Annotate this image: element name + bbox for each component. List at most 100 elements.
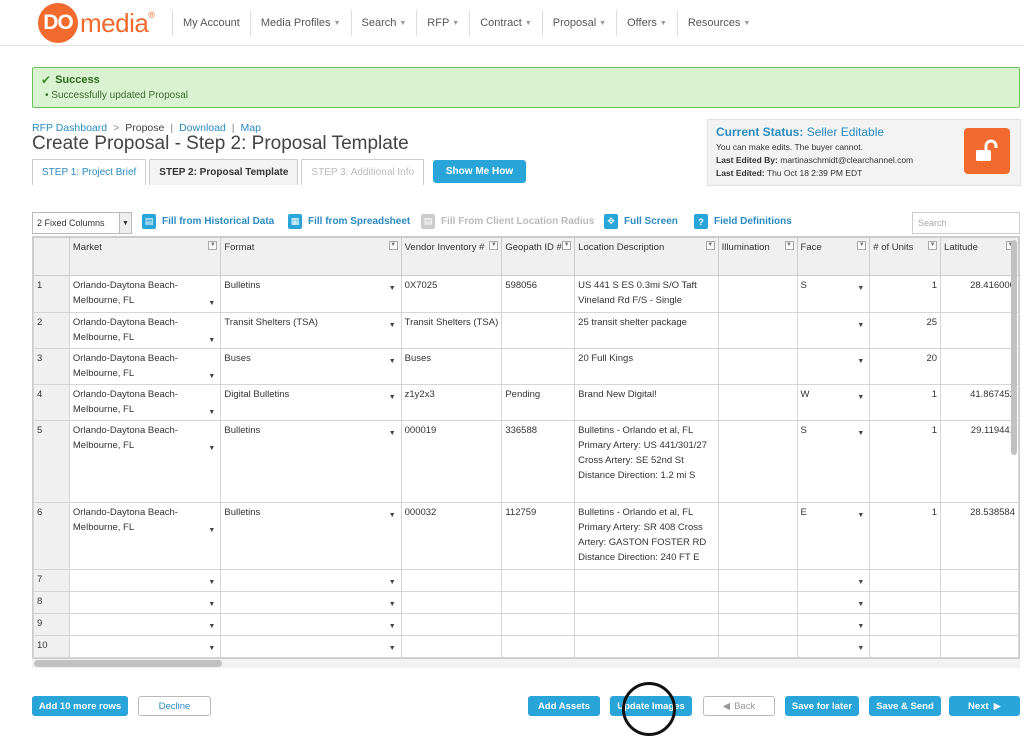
cell-market[interactable]: Orlando-Daytona Beach-Melbourne, FL ▼ <box>68 502 222 570</box>
cell-format[interactable]: ▼ <box>220 635 402 658</box>
chevron-down-icon[interactable]: ▼ <box>389 619 396 634</box>
unlock-icon[interactable] <box>964 128 1010 174</box>
scrollbar-thumb[interactable] <box>34 660 222 667</box>
column-filter-icon[interactable]: ▼ <box>928 241 938 250</box>
cell-vendor[interactable]: Transit Shelters (TSA) <box>400 312 503 349</box>
cell-market[interactable]: ▼ <box>68 591 222 614</box>
column-header-vendor-inventory[interactable]: Vendor Inventory # ▼ <box>400 237 503 276</box>
cell-illum[interactable] <box>717 502 798 570</box>
cell-location[interactable] <box>574 635 719 658</box>
nav-my-account[interactable]: My Account <box>172 10 250 36</box>
cell-market[interactable]: ▼ <box>68 569 222 592</box>
cell-lat[interactable] <box>940 348 1019 385</box>
cell-vendor[interactable]: 000019 <box>400 420 503 503</box>
tab-step-1[interactable]: STEP 1: Project Brief <box>32 159 147 185</box>
cell-illum[interactable] <box>717 384 798 421</box>
vertical-scrollbar[interactable] <box>1010 238 1018 656</box>
cell-market[interactable]: ▼ <box>68 635 222 658</box>
cell-lat[interactable] <box>940 312 1019 349</box>
fill-spreadsheet-button[interactable]: ▦ Fill from Spreadsheet <box>288 214 410 229</box>
nav-proposal[interactable]: Proposal ▼ <box>541 10 616 36</box>
cell-illum[interactable] <box>717 569 798 592</box>
column-header-face[interactable]: Face ▼ <box>796 237 871 276</box>
cell-face[interactable]: ▼ <box>796 348 871 385</box>
column-header-market[interactable]: Market ▼ <box>68 237 222 276</box>
chevron-down-icon[interactable]: ▼ <box>389 597 396 612</box>
column-header-geopath-id[interactable]: Geopath ID # ▼ <box>501 237 576 276</box>
cell-geopath[interactable] <box>501 312 576 349</box>
chevron-down-icon[interactable]: ▼ <box>208 641 215 656</box>
cell-location[interactable]: 20 Full Kings <box>574 348 719 385</box>
cell-illum[interactable] <box>717 613 798 636</box>
column-filter-icon[interactable]: ▼ <box>489 241 499 250</box>
chevron-down-icon[interactable]: ▼ <box>389 426 396 441</box>
chevron-down-icon[interactable]: ▼ <box>389 390 396 405</box>
chevron-down-icon[interactable]: ▼ <box>208 575 215 590</box>
cell-face[interactable]: ▼ <box>796 591 871 614</box>
save-and-send-button[interactable]: Save & Send <box>869 696 941 716</box>
cell-lat[interactable] <box>940 635 1019 658</box>
nav-media-profiles[interactable]: Media Profiles ▼ <box>249 10 351 36</box>
cell-geopath[interactable]: 112759 <box>501 502 576 570</box>
cell-market[interactable]: Orlando-Daytona Beach-Melbourne, FL ▼ <box>68 420 222 503</box>
cell-illum[interactable] <box>717 312 798 349</box>
column-filter-icon[interactable]: ▼ <box>784 241 794 250</box>
cell-lat[interactable] <box>940 591 1019 614</box>
decline-button[interactable]: Decline <box>138 696 211 716</box>
field-definitions-button[interactable]: ? Field Definitions <box>694 214 792 229</box>
save-for-later-button[interactable]: Save for later <box>785 696 859 716</box>
cell-geopath[interactable]: Pending <box>501 384 576 421</box>
chevron-down-icon[interactable]: ▼ <box>857 641 864 656</box>
chevron-down-icon[interactable]: ▼ <box>857 508 864 523</box>
nav-resources[interactable]: Resources ▼ <box>676 10 761 36</box>
column-filter-icon[interactable]: ▼ <box>705 241 715 250</box>
chevron-down-icon[interactable]: ▼ <box>857 426 864 441</box>
cell-market[interactable]: Orlando-Daytona Beach-Melbourne, FL ▼ <box>68 384 222 421</box>
cell-format[interactable]: ▼ <box>220 591 402 614</box>
chevron-down-icon[interactable]: ▼ <box>857 281 864 296</box>
column-header-location-description[interactable]: Location Description ▼ <box>574 237 719 276</box>
chevron-down-icon[interactable]: ▼ <box>857 619 864 634</box>
full-screen-button[interactable]: ✥ Full Screen <box>604 214 678 229</box>
cell-format[interactable]: ▼ <box>220 569 402 592</box>
back-button[interactable]: ◀ Back <box>703 696 775 716</box>
chevron-down-icon[interactable]: ▼ <box>857 354 864 369</box>
cell-illum[interactable] <box>717 591 798 614</box>
cell-units[interactable]: 1 <box>869 384 942 421</box>
cell-face[interactable]: ▼ <box>796 569 871 592</box>
cell-units[interactable]: 20 <box>869 348 942 385</box>
chevron-down-icon[interactable]: ▼ <box>857 597 864 612</box>
cell-vendor[interactable] <box>400 635 503 658</box>
cell-geopath[interactable] <box>501 348 576 385</box>
cell-geopath[interactable] <box>501 613 576 636</box>
cell-market[interactable]: Orlando-Daytona Beach-Melbourne, FL ▼ <box>68 348 222 385</box>
cell-units[interactable]: 1 <box>869 420 942 503</box>
cell-vendor[interactable]: Buses <box>400 348 503 385</box>
cell-face[interactable]: ▼ <box>796 613 871 636</box>
nav-rfp[interactable]: RFP ▼ <box>416 10 469 36</box>
chevron-down-icon[interactable]: ▼ <box>208 523 215 538</box>
cell-illum[interactable] <box>717 348 798 385</box>
cell-vendor[interactable]: z1y2x3 <box>400 384 503 421</box>
horizontal-scrollbar[interactable] <box>32 659 1020 668</box>
chevron-down-icon[interactable]: ▼ <box>208 405 215 420</box>
chevron-down-icon[interactable]: ▼ <box>389 281 396 296</box>
cell-units[interactable]: 25 <box>869 312 942 349</box>
cell-location[interactable] <box>574 569 719 592</box>
cell-format[interactable]: Buses ▼ <box>220 348 402 385</box>
cell-format[interactable]: Bulletins ▼ <box>220 275 402 313</box>
domedia-logo[interactable]: DO media ® <box>38 3 155 43</box>
cell-market[interactable]: Orlando-Daytona Beach-Melbourne, FL ▼ <box>68 275 222 313</box>
cell-location[interactable]: US 441 S ES 0.3mi S/O Taft Vineland Rd F… <box>574 275 719 313</box>
cell-lat[interactable]: 28.538584 <box>940 502 1019 570</box>
cell-location[interactable] <box>574 591 719 614</box>
chevron-down-icon[interactable]: ▼ <box>389 575 396 590</box>
column-filter-icon[interactable]: ▼ <box>562 241 572 250</box>
cell-format[interactable]: Transit Shelters (TSA) ▼ <box>220 312 402 349</box>
column-filter-icon[interactable]: ▼ <box>208 241 218 250</box>
cell-vendor[interactable]: 0X7025 <box>400 275 503 313</box>
column-filter-icon[interactable]: ▼ <box>388 241 398 250</box>
column-header-illumination[interactable]: Illumination ▼ <box>717 237 798 276</box>
column-filter-icon[interactable]: ▼ <box>857 241 867 250</box>
cell-face[interactable]: E ▼ <box>796 502 871 570</box>
